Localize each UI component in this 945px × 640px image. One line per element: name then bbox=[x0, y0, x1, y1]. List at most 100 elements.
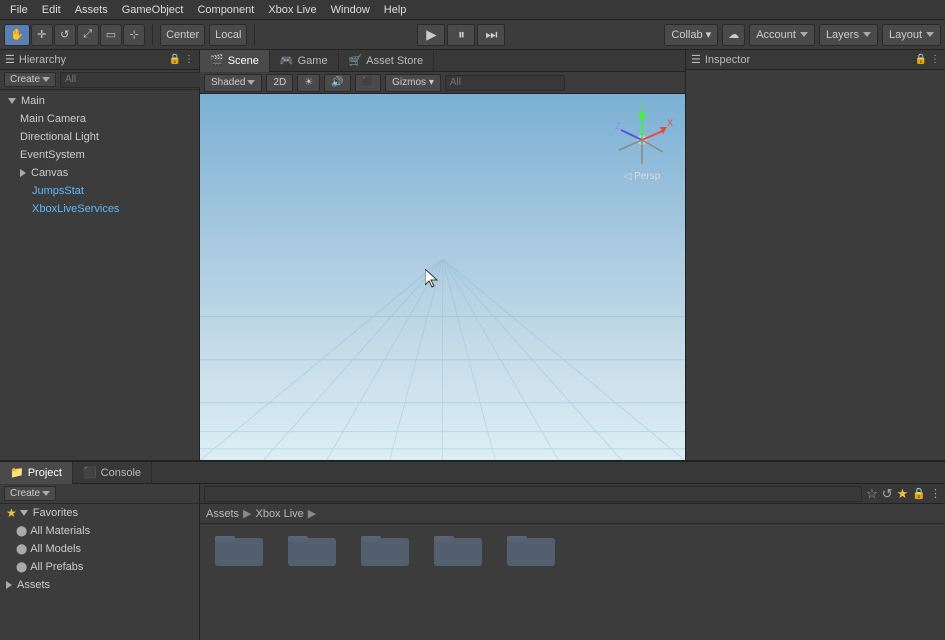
inspector-menu-icon[interactable]: ⋮ bbox=[930, 54, 940, 65]
tree-item-allprefabs[interactable]: ⬤ All Prefabs bbox=[0, 558, 199, 576]
cloud-button[interactable]: ☁ bbox=[722, 24, 745, 46]
project-search-input[interactable] bbox=[204, 486, 862, 502]
inspector-header-icons: 🔒 ⋮ bbox=[915, 54, 940, 65]
tree-label-favorites: Favorites bbox=[33, 507, 78, 519]
2d-label: 2D bbox=[273, 77, 286, 88]
scene-area: 🎬 Scene 🎮 Game 🛒 Asset Store Shaded 2D ☀ bbox=[200, 50, 685, 460]
play-button[interactable]: ▶ bbox=[417, 24, 445, 46]
project-tree-panel: Create ★ Favorites ⬤ All Materials ⬤ All… bbox=[0, 484, 200, 640]
hand-tool[interactable]: ✋ bbox=[4, 24, 30, 46]
assetstore-tab-icon: 🛒 bbox=[349, 54, 363, 67]
inspector-panel: ☰ Inspector 🔒 ⋮ bbox=[685, 50, 945, 460]
persp-text: ◁ Persp bbox=[624, 171, 661, 182]
hierarchy-header: ☰ Hierarchy 🔒 ⋮ bbox=[0, 50, 199, 70]
scale-tool[interactable]: ⤢ bbox=[77, 24, 99, 46]
folder-item-0[interactable] bbox=[206, 530, 271, 568]
hierarchy-item-jumpsstat[interactable]: JumpsStat bbox=[0, 182, 199, 200]
sun-button[interactable]: ☀ bbox=[297, 74, 320, 92]
tree-item-allmaterials[interactable]: ⬤ All Materials bbox=[0, 522, 199, 540]
game-tab-icon: 🎮 bbox=[280, 54, 294, 67]
hierarchy-menu-icon[interactable]: ⋮ bbox=[184, 54, 194, 65]
gizmos-button[interactable]: Gizmos ▾ bbox=[385, 74, 441, 92]
hierarchy-header-icons: 🔒 ⋮ bbox=[169, 54, 194, 65]
step-button[interactable]: ⏭ bbox=[477, 24, 505, 46]
folder-item-1[interactable] bbox=[279, 530, 344, 568]
menu-button[interactable]: ⋮ bbox=[930, 487, 941, 500]
sun-icon: ☀ bbox=[304, 77, 313, 88]
scene-search-input[interactable] bbox=[445, 75, 565, 91]
menu-gameobject[interactable]: GameObject bbox=[116, 0, 190, 20]
folder-item-3[interactable] bbox=[425, 530, 490, 568]
tree-item-allmodels[interactable]: ⬤ All Models bbox=[0, 540, 199, 558]
inspector-list-icon: ☰ bbox=[691, 53, 701, 66]
transform-tool[interactable]: ⊹ bbox=[123, 24, 145, 46]
menu-help[interactable]: Help bbox=[378, 0, 413, 20]
gizmo-compass[interactable]: X Y Z ◁ Persp bbox=[607, 102, 677, 182]
tree-label-allmaterials: All Materials bbox=[30, 525, 90, 537]
inspector-lock-icon[interactable]: 🔒 bbox=[915, 54, 927, 65]
menu-bar: File Edit Assets GameObject Component Xb… bbox=[0, 0, 945, 20]
hierarchy-label-jumpsstat: JumpsStat bbox=[32, 185, 84, 197]
audio-button[interactable]: 🔊 bbox=[324, 74, 350, 92]
console-tab-icon: ⬛ bbox=[83, 466, 97, 479]
tab-game[interactable]: 🎮 Game bbox=[270, 50, 339, 72]
tree-item-assets[interactable]: Assets bbox=[0, 576, 199, 594]
refresh-button[interactable]: ↺ bbox=[882, 486, 893, 502]
hierarchy-item-main[interactable]: Main bbox=[0, 92, 199, 110]
scene-viewport[interactable]: X Y Z ◁ Persp bbox=[200, 94, 685, 460]
hierarchy-item-directionallight[interactable]: Directional Light bbox=[0, 128, 199, 146]
shaded-button[interactable]: Shaded bbox=[204, 74, 262, 92]
folder-icon-3 bbox=[434, 530, 482, 568]
2d-button[interactable]: 2D bbox=[266, 74, 293, 92]
favorites-star-icon: ★ bbox=[6, 506, 17, 520]
collab-button[interactable]: Collab ▾ bbox=[664, 24, 718, 46]
menu-component[interactable]: Component bbox=[191, 0, 260, 20]
inspector-title-area: ☰ Inspector bbox=[691, 53, 750, 66]
tab-console[interactable]: ⬛ Console bbox=[73, 462, 152, 484]
layers-button[interactable]: Layers bbox=[819, 24, 878, 46]
local-button[interactable]: Local bbox=[209, 24, 247, 46]
account-label: Account bbox=[756, 29, 796, 41]
lock-button[interactable]: 🔒 bbox=[912, 487, 926, 500]
hierarchy-item-maincamera[interactable]: Main Camera bbox=[0, 110, 199, 128]
hierarchy-item-canvas[interactable]: Canvas bbox=[0, 164, 199, 182]
rotate-tool[interactable]: ↺ bbox=[54, 24, 76, 46]
tab-scene[interactable]: 🎬 Scene bbox=[200, 50, 270, 72]
menu-file[interactable]: File bbox=[4, 0, 34, 20]
folder-item-2[interactable] bbox=[352, 530, 417, 568]
hierarchy-item-xboxliveservices[interactable]: XboxLiveServices bbox=[0, 200, 199, 218]
move-tool[interactable]: ✛ bbox=[31, 24, 53, 46]
favorites-star-button[interactable]: ☆ bbox=[866, 486, 878, 502]
canvas-expand-icon bbox=[20, 169, 26, 177]
menu-xboxlive[interactable]: Xbox Live bbox=[262, 0, 322, 20]
menu-assets[interactable]: Assets bbox=[69, 0, 114, 20]
gizmos-label: Gizmos ▾ bbox=[392, 77, 434, 88]
folder-item-4[interactable] bbox=[498, 530, 563, 568]
cloud-icon: ☁ bbox=[728, 28, 739, 41]
hierarchy-label-eventsystem: EventSystem bbox=[20, 149, 85, 161]
hierarchy-create-button[interactable]: Create bbox=[4, 72, 56, 87]
fx-button[interactable]: ⬛ bbox=[355, 74, 381, 92]
layout-button[interactable]: Layout bbox=[882, 24, 941, 46]
rect-tool[interactable]: ▭ bbox=[100, 24, 122, 46]
hierarchy-lock-icon[interactable]: 🔒 bbox=[169, 54, 181, 65]
bottom-tabs-bar: 📁 Project ⬛ Console bbox=[0, 462, 945, 484]
menu-window[interactable]: Window bbox=[325, 0, 376, 20]
account-button[interactable]: Account bbox=[749, 24, 815, 46]
toolbar: ✋ ✛ ↺ ⤢ ▭ ⊹ Center Local ▶ ⏸ ⏭ Collab ▾ … bbox=[0, 20, 945, 50]
center-button[interactable]: Center bbox=[160, 24, 205, 46]
menu-edit[interactable]: Edit bbox=[36, 0, 67, 20]
pause-button[interactable]: ⏸ bbox=[447, 24, 475, 46]
tab-assetstore[interactable]: 🛒 Asset Store bbox=[339, 50, 435, 72]
breadcrumb-arrow-icon: ▶ bbox=[243, 507, 251, 520]
breadcrumb-xboxlive[interactable]: Xbox Live bbox=[255, 508, 303, 520]
hierarchy-item-eventsystem[interactable]: EventSystem bbox=[0, 146, 199, 164]
tab-project[interactable]: 📁 Project bbox=[0, 462, 73, 484]
allmaterials-star-icon: ⬤ bbox=[16, 526, 27, 537]
hierarchy-search-input[interactable] bbox=[60, 72, 202, 88]
star-filter-button[interactable]: ★ bbox=[897, 486, 909, 502]
tree-item-favorites[interactable]: ★ Favorites bbox=[0, 504, 199, 522]
breadcrumb-assets[interactable]: Assets bbox=[206, 508, 239, 520]
game-tab-label: Game bbox=[298, 55, 328, 67]
project-create-button[interactable]: Create bbox=[4, 486, 56, 501]
